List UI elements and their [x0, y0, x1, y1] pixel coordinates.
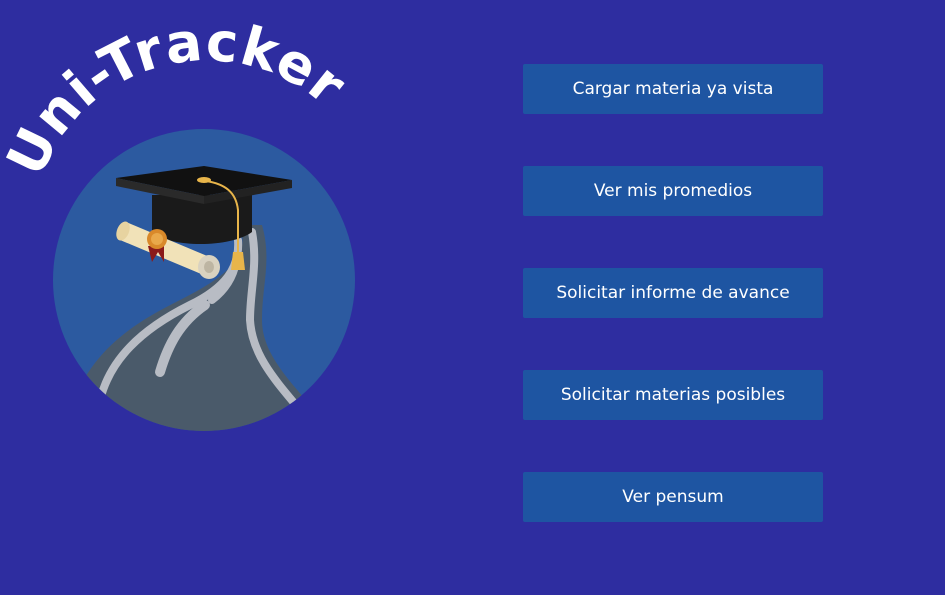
request-possible-courses-button[interactable]: Solicitar materias posibles — [523, 370, 823, 420]
request-progress-report-button[interactable]: Solicitar informe de avance — [523, 268, 823, 318]
view-curriculum-button[interactable]: Ver pensum — [523, 472, 823, 522]
load-completed-course-button[interactable]: Cargar materia ya vista — [523, 64, 823, 114]
graduation-cap-road-icon: Uni-Tracker — [0, 10, 357, 431]
app-logo: Uni-Tracker — [0, 0, 420, 460]
view-averages-button[interactable]: Ver mis promedios — [523, 166, 823, 216]
app-window: Uni-Tracker Cargar materia ya vista Ver … — [0, 0, 945, 595]
main-menu: Cargar materia ya vista Ver mis promedio… — [523, 64, 823, 522]
